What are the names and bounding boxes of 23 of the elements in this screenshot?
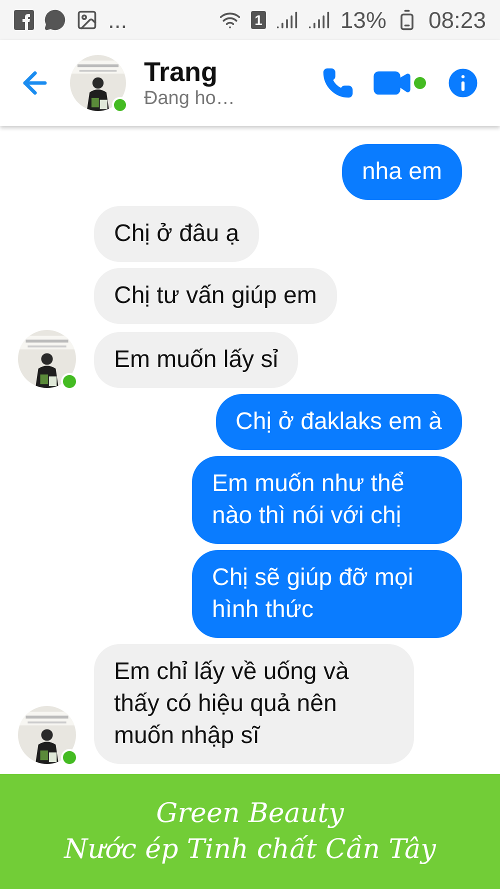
online-dot [414, 77, 426, 89]
more-notifications: ... [108, 6, 128, 34]
battery-percent: 13% [340, 6, 386, 34]
message-bubble: nha em [342, 144, 462, 200]
message-bubble: Em muốn lấy sỉ [94, 332, 298, 388]
contact-name: Trang [144, 56, 219, 88]
banner-title: Green Beauty [156, 796, 344, 830]
phone-icon[interactable] [322, 67, 354, 99]
banner-subtitle: Nước ép Tinh chất Cần Tây [64, 832, 436, 866]
signal-icon [308, 9, 330, 31]
image-icon [76, 9, 98, 31]
message-bubble: Chị tư vấn giúp em [94, 268, 337, 324]
message-bubble: Chị ở đaklaks em à [216, 394, 462, 450]
contact-status: Đang ho… [144, 88, 236, 110]
message-bubble: Em muốn như thể nào thì nói với chị [192, 456, 462, 544]
message-bubble: Em chỉ lấy về uống và thấy có hiệu quả nên muốn nhập sĩ [94, 644, 414, 764]
facebook-icon [14, 10, 34, 30]
clock: 08:23 [428, 6, 486, 34]
message-bubble: Chị sẽ giúp đỡ mọi hình thức [192, 550, 462, 638]
messenger-icon [44, 9, 66, 31]
sim-badge: 1 [250, 11, 266, 29]
signal-icon [276, 9, 298, 31]
message-bubble: Chị ở đâu ạ [94, 206, 260, 262]
